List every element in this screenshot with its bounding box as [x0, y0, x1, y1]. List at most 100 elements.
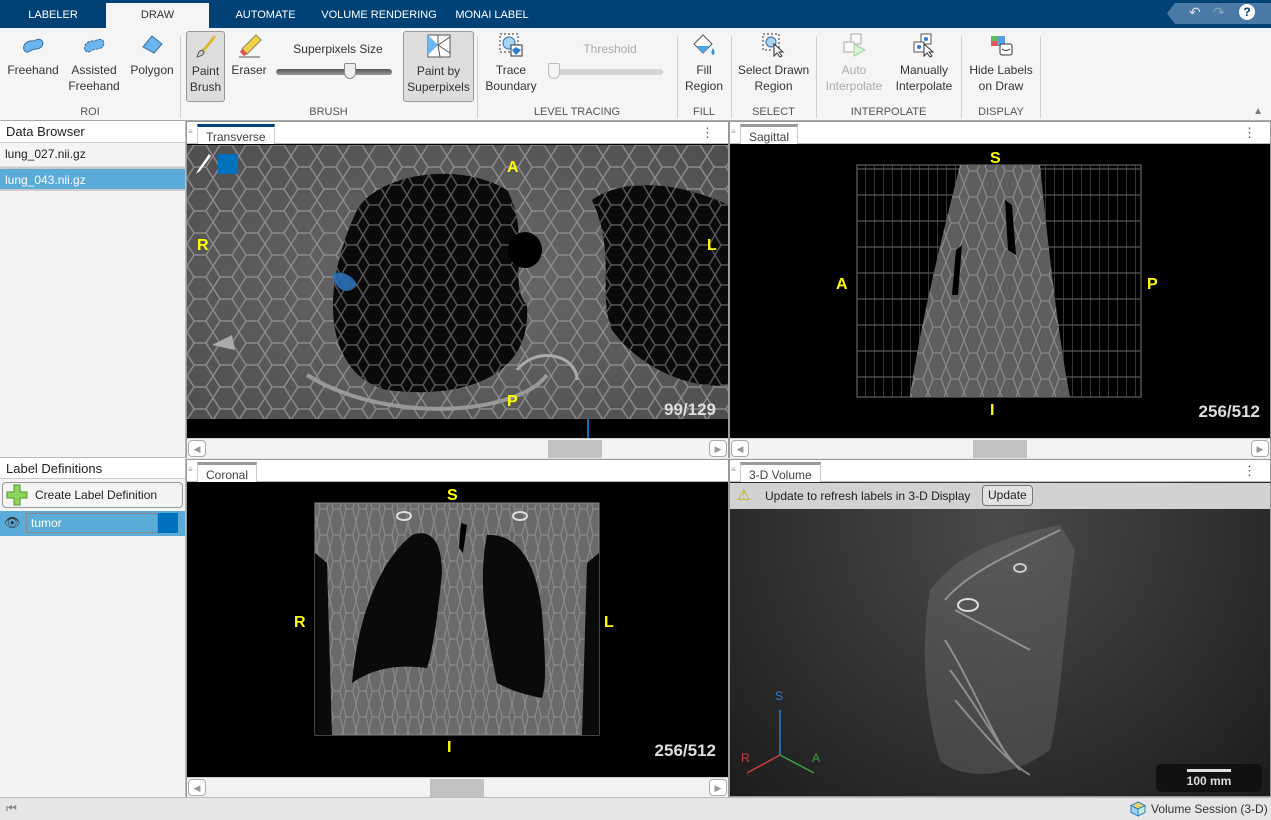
assisted-label-2: Freehand — [68, 79, 120, 93]
fill-label-1: Fill — [696, 63, 712, 77]
coronal-header: ≡ Coronal — [187, 460, 728, 482]
scroll-right-button[interactable]: ▶ — [709, 440, 727, 457]
scroll-thumb[interactable] — [430, 779, 484, 797]
sagittal-slice-graphic — [856, 164, 1142, 398]
transverse-slice-scrollbar[interactable]: ◀ ▶ — [187, 438, 728, 458]
drag-handle-icon[interactable]: ≡ — [731, 465, 736, 474]
volume-rendering[interactable] — [730, 510, 1270, 797]
collapse-panel-icon[interactable]: ⏮ — [6, 801, 17, 816]
scale-bar-label: 100 mm — [1186, 774, 1232, 788]
scroll-thumb[interactable] — [973, 440, 1027, 458]
tab-draw[interactable]: DRAW — [106, 3, 209, 28]
drag-handle-icon[interactable]: ≡ — [731, 127, 736, 136]
more-options-icon[interactable]: ⋮ — [1243, 125, 1256, 141]
paint-label-2: Brush — [189, 80, 222, 94]
slice-counter: 99/129 — [664, 400, 716, 419]
manually-interpolate-button[interactable]: Manually Interpolate — [890, 32, 958, 94]
superpixels-size-label: Superpixels Size — [293, 42, 383, 56]
session-type-label: Volume Session (3-D) — [1151, 802, 1268, 816]
paint-sp-label-2: Superpixels — [407, 80, 470, 94]
eraser-button[interactable]: Eraser — [230, 32, 268, 78]
superpixels-icon — [427, 34, 450, 58]
label-name-field[interactable]: tumor — [26, 513, 158, 533]
axis-r-line — [746, 754, 781, 774]
orientation-left: A — [836, 276, 848, 293]
scroll-thumb[interactable] — [548, 440, 602, 458]
plus-icon — [6, 484, 28, 506]
paint-by-superpixels-button[interactable]: Paint by Superpixels — [403, 31, 474, 102]
manual-label-1: Manually — [899, 63, 949, 77]
status-bar: ⏮ Volume Session (3-D) — [0, 797, 1271, 820]
tab-sagittal[interactable]: Sagittal — [740, 124, 799, 144]
scroll-right-button[interactable]: ▶ — [1251, 440, 1269, 457]
transverse-image[interactable]: A P R L 99/129 — [187, 145, 728, 419]
coronal-image[interactable]: S I R L 256/512 — [187, 483, 728, 777]
fill-region-button[interactable]: Fill Region — [682, 32, 726, 94]
draw-ribbon: Freehand Assisted Freehand Polygon ROI Pa… — [0, 28, 1271, 121]
paint-brush-icon — [195, 35, 216, 58]
scroll-left-button[interactable]: ◀ — [731, 440, 749, 457]
slice-counter: 256/512 — [654, 741, 716, 760]
label-row-tumor[interactable]: 👁 tumor — [0, 511, 185, 536]
tab-transverse[interactable]: Transverse — [197, 124, 275, 144]
sagittal-slice-scrollbar[interactable]: ◀ ▶ — [730, 438, 1270, 458]
tab-volume-rendering[interactable]: VOLUME RENDERING — [318, 0, 440, 28]
scroll-right-button[interactable]: ▶ — [709, 779, 727, 796]
polygon-button[interactable]: Polygon — [128, 32, 176, 78]
threshold-thumb[interactable] — [548, 63, 560, 79]
collapse-ribbon-icon[interactable]: ▲ — [1253, 106, 1263, 117]
help-icon[interactable]: ? — [1239, 4, 1255, 20]
more-options-icon[interactable]: ⋮ — [1243, 463, 1256, 479]
data-browser-item[interactable]: lung_027.nii.gz — [0, 143, 185, 167]
update-button[interactable]: Update — [982, 485, 1033, 506]
freehand-label: Freehand — [7, 63, 59, 77]
scale-bar: 100 mm — [1156, 764, 1262, 792]
sagittal-image[interactable]: S I A P 256/512 — [730, 145, 1270, 438]
drag-handle-icon[interactable]: ≡ — [188, 127, 193, 136]
data-browser-title: Data Browser — [0, 121, 185, 143]
select-drawn-region-button[interactable]: Select Drawn Region — [736, 32, 811, 94]
create-label-definition-button[interactable]: Create Label Definition — [2, 482, 183, 508]
tab-coronal[interactable]: Coronal — [197, 462, 258, 482]
trace-boundary-button[interactable]: Trace Boundary — [482, 32, 540, 94]
hide-labels-on-draw-button[interactable]: Hide Labels on Draw — [966, 32, 1036, 94]
hide-label-2: on Draw — [978, 79, 1024, 93]
more-options-icon[interactable]: ⋮ — [701, 125, 714, 141]
trace-label-2: Boundary — [485, 79, 537, 93]
polygon-icon — [142, 35, 163, 54]
superpixels-size-thumb[interactable] — [343, 63, 356, 79]
scroll-left-button[interactable]: ◀ — [188, 440, 206, 457]
coronal-slice-scrollbar[interactable]: ◀ ▶ — [187, 777, 728, 797]
freehand-button[interactable]: Freehand — [6, 32, 60, 78]
fill-bucket-icon — [693, 34, 715, 55]
threshold-slider[interactable] — [548, 69, 663, 75]
brush-cursor-icon — [196, 154, 211, 174]
display-group-label: DISPLAY — [978, 106, 1024, 118]
coronal-slice-graphic — [314, 502, 600, 736]
orientation-left: R — [294, 614, 306, 631]
tab-3d-volume[interactable]: 3-D Volume — [740, 462, 821, 482]
threshold-label: Threshold — [583, 42, 637, 56]
axis-label-s: S — [775, 689, 784, 703]
data-browser-item-selected[interactable]: lung_043.nii.gz — [0, 167, 185, 191]
sagittal-header: ≡ Sagittal ⋮ — [730, 122, 1270, 144]
drag-handle-icon[interactable]: ≡ — [188, 465, 193, 474]
tab-monai-label[interactable]: MONAI LABEL — [450, 0, 534, 28]
scroll-left-button[interactable]: ◀ — [188, 779, 206, 796]
volume-header: ≡ 3-D Volume ⋮ — [730, 460, 1270, 482]
eye-icon[interactable]: 👁 — [4, 515, 21, 531]
assisted-freehand-button[interactable]: Assisted Freehand — [66, 32, 122, 94]
auto-interpolate-button[interactable]: Auto Interpolate — [822, 32, 886, 94]
orientation-right: L — [604, 614, 614, 631]
superpixels-size-slider[interactable] — [276, 69, 392, 75]
tab-automate[interactable]: AUTOMATE — [228, 0, 303, 28]
sagittal-viewer: ≡ Sagittal ⋮ S I A P 256/512 ◀ ▶ — [729, 121, 1271, 458]
undo-icon[interactable]: ↶ — [1189, 4, 1201, 21]
redo-icon[interactable]: ↷ — [1213, 4, 1225, 21]
axis-a-line — [779, 754, 815, 774]
paint-brush-button[interactable]: Paint Brush — [186, 31, 225, 102]
label-color-swatch[interactable] — [158, 513, 178, 533]
tab-labeler[interactable]: LABELER — [18, 0, 88, 28]
level-tracing-group-label: LEVEL TRACING — [533, 106, 621, 118]
manual-label-2: Interpolate — [895, 79, 953, 93]
